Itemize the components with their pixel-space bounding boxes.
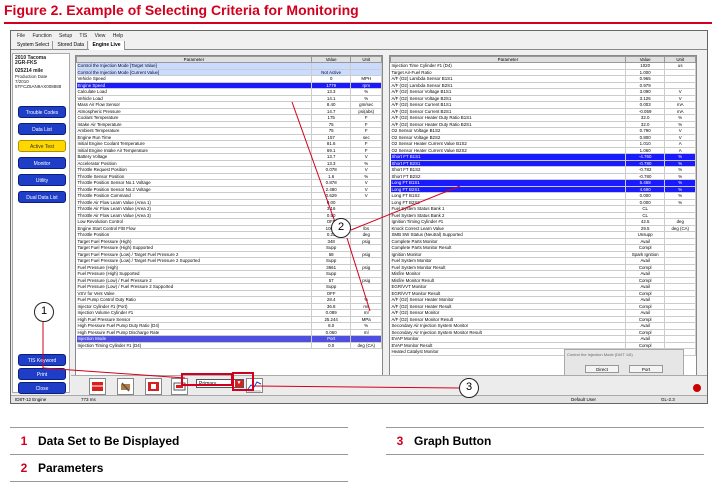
legend-num: 3 [386,427,414,455]
legend-left: 1 Data Set to Be Displayed 2 Parameters [10,427,348,482]
legend-num: 2 [10,454,38,482]
callout-3: 3 [459,378,479,398]
legend-row: 2 Parameters [10,454,348,482]
legend-text: Parameters [38,454,348,482]
callout-2: 2 [331,218,351,238]
legend-num: 1 [10,427,38,455]
callout-lines [42,101,461,389]
legend-text: Graph Button [414,427,704,455]
legend-row: 3 Graph Button [386,427,704,455]
legend-text: Data Set to Be Displayed [38,427,348,455]
legend-right: 3 Graph Button [386,427,704,455]
callout-1: 1 [34,302,54,322]
legend-row: 1 Data Set to Be Displayed [10,427,348,455]
